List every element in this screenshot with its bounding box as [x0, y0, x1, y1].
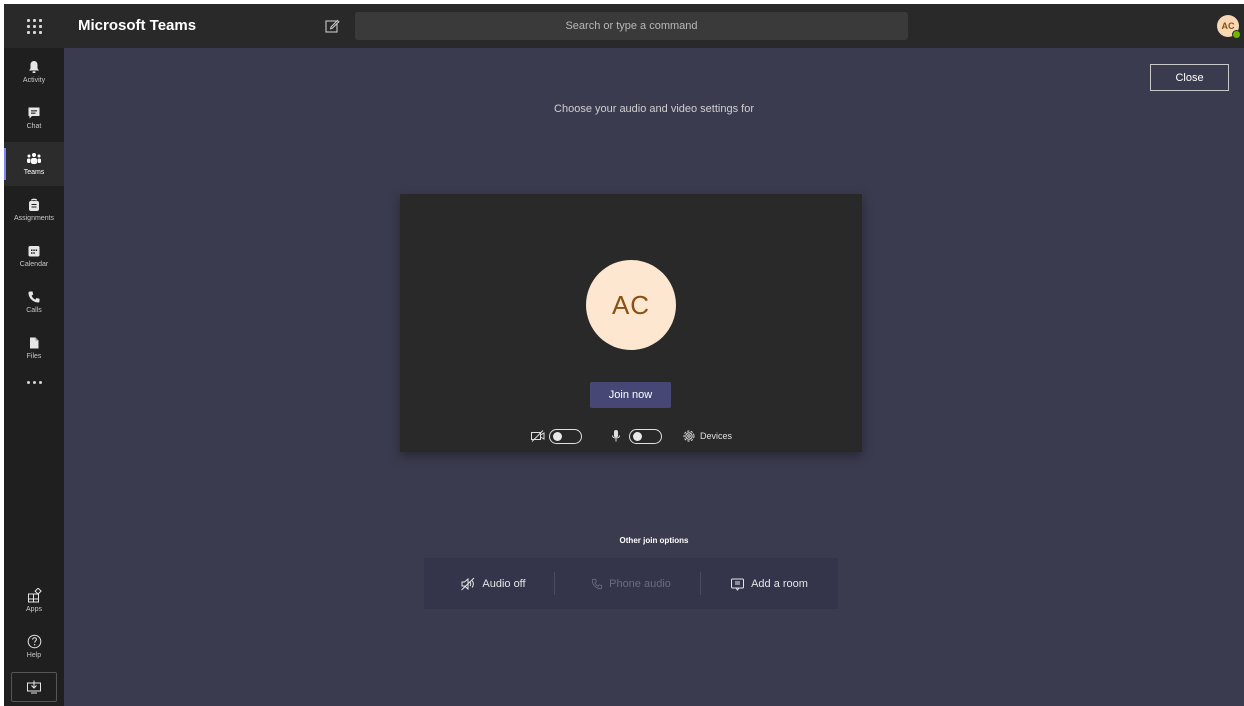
rail-label: Apps	[26, 605, 42, 613]
rail-label: Activity	[22, 77, 46, 84]
search-placeholder: Search or type a command	[565, 20, 698, 32]
bell-icon	[29, 61, 39, 73]
devices-button[interactable]: Devices	[682, 427, 732, 445]
rail-item-help[interactable]: Help	[4, 624, 64, 668]
help-icon	[27, 634, 41, 648]
more-apps-button[interactable]	[4, 372, 64, 392]
phone-icon	[591, 578, 603, 589]
toggle-knob	[553, 432, 562, 441]
toggle-knob	[633, 432, 642, 441]
divider	[554, 572, 555, 595]
rail-label: Chat	[26, 123, 42, 130]
rail-item-assignments[interactable]: Assignments	[4, 188, 64, 232]
rail-label: Help	[26, 651, 42, 659]
device-controls: Devices	[400, 424, 862, 448]
preview-avatar: AC	[586, 260, 676, 350]
presence-indicator	[1232, 30, 1241, 39]
prejoin-prompt: Choose your audio and video settings for	[554, 103, 754, 115]
rail-label: Assignments	[13, 215, 55, 222]
camera-off-icon	[530, 427, 546, 445]
camera-toggle[interactable]	[549, 429, 582, 444]
app-bar: Activity Chat Teams Assignments Calendar…	[4, 48, 64, 706]
phone-audio-option[interactable]: Phone audio	[562, 558, 700, 609]
phone-icon	[28, 291, 40, 303]
rail-item-files[interactable]: Files	[4, 326, 64, 370]
rail-item-chat[interactable]: Chat	[4, 96, 64, 140]
rail-item-apps[interactable]: Apps	[4, 578, 64, 622]
assignments-icon	[29, 198, 39, 211]
chat-icon	[28, 107, 40, 119]
compose-icon	[325, 19, 340, 33]
title-bar: Microsoft Teams Search or type a command…	[4, 4, 1244, 48]
microphone-toggle[interactable]	[629, 429, 662, 444]
ellipsis-icon	[26, 380, 30, 384]
devices-label: Devices	[700, 431, 733, 441]
video-preview: AC Join now Devices	[400, 194, 862, 452]
join-now-button[interactable]: Join now	[590, 382, 671, 408]
rail-item-calls[interactable]: Calls	[4, 280, 64, 324]
rail-item-activity[interactable]: Activity	[4, 50, 64, 94]
app-launcher-button[interactable]	[4, 4, 64, 48]
file-icon	[30, 337, 39, 349]
download-app-button[interactable]	[11, 672, 57, 702]
new-chat-button[interactable]	[322, 16, 342, 36]
audio-off-label: Audio off	[482, 577, 526, 590]
rail-label: Calendar	[19, 261, 49, 268]
waffle-icon	[26, 18, 42, 34]
download-icon	[27, 680, 41, 694]
other-join-options-title: Other join options	[619, 536, 689, 545]
rail-item-teams[interactable]: Teams	[4, 142, 64, 186]
teams-window: Microsoft Teams Search or type a command…	[4, 4, 1244, 706]
rail-label: Teams	[23, 169, 45, 176]
teams-icon	[27, 153, 41, 164]
gear-icon	[683, 430, 695, 442]
app-title: Microsoft Teams	[78, 17, 197, 34]
close-button[interactable]: Close	[1150, 64, 1229, 91]
add-room-label: Add a room	[751, 577, 808, 590]
other-join-options: Audio off Phone audio Add a room	[424, 558, 838, 609]
calendar-icon	[28, 246, 40, 257]
rail-label: Calls	[26, 307, 42, 314]
search-input[interactable]: Search or type a command	[355, 12, 908, 40]
microphone-icon	[610, 427, 622, 445]
add-room-option[interactable]: Add a room	[700, 558, 838, 609]
room-cast-icon	[731, 578, 745, 591]
speaker-off-icon	[461, 577, 475, 590]
rail-item-calendar[interactable]: Calendar	[4, 234, 64, 278]
apps-icon	[27, 587, 42, 602]
phone-audio-label: Phone audio	[609, 577, 671, 590]
audio-off-option[interactable]: Audio off	[424, 558, 562, 609]
rail-label: Files	[26, 353, 42, 360]
